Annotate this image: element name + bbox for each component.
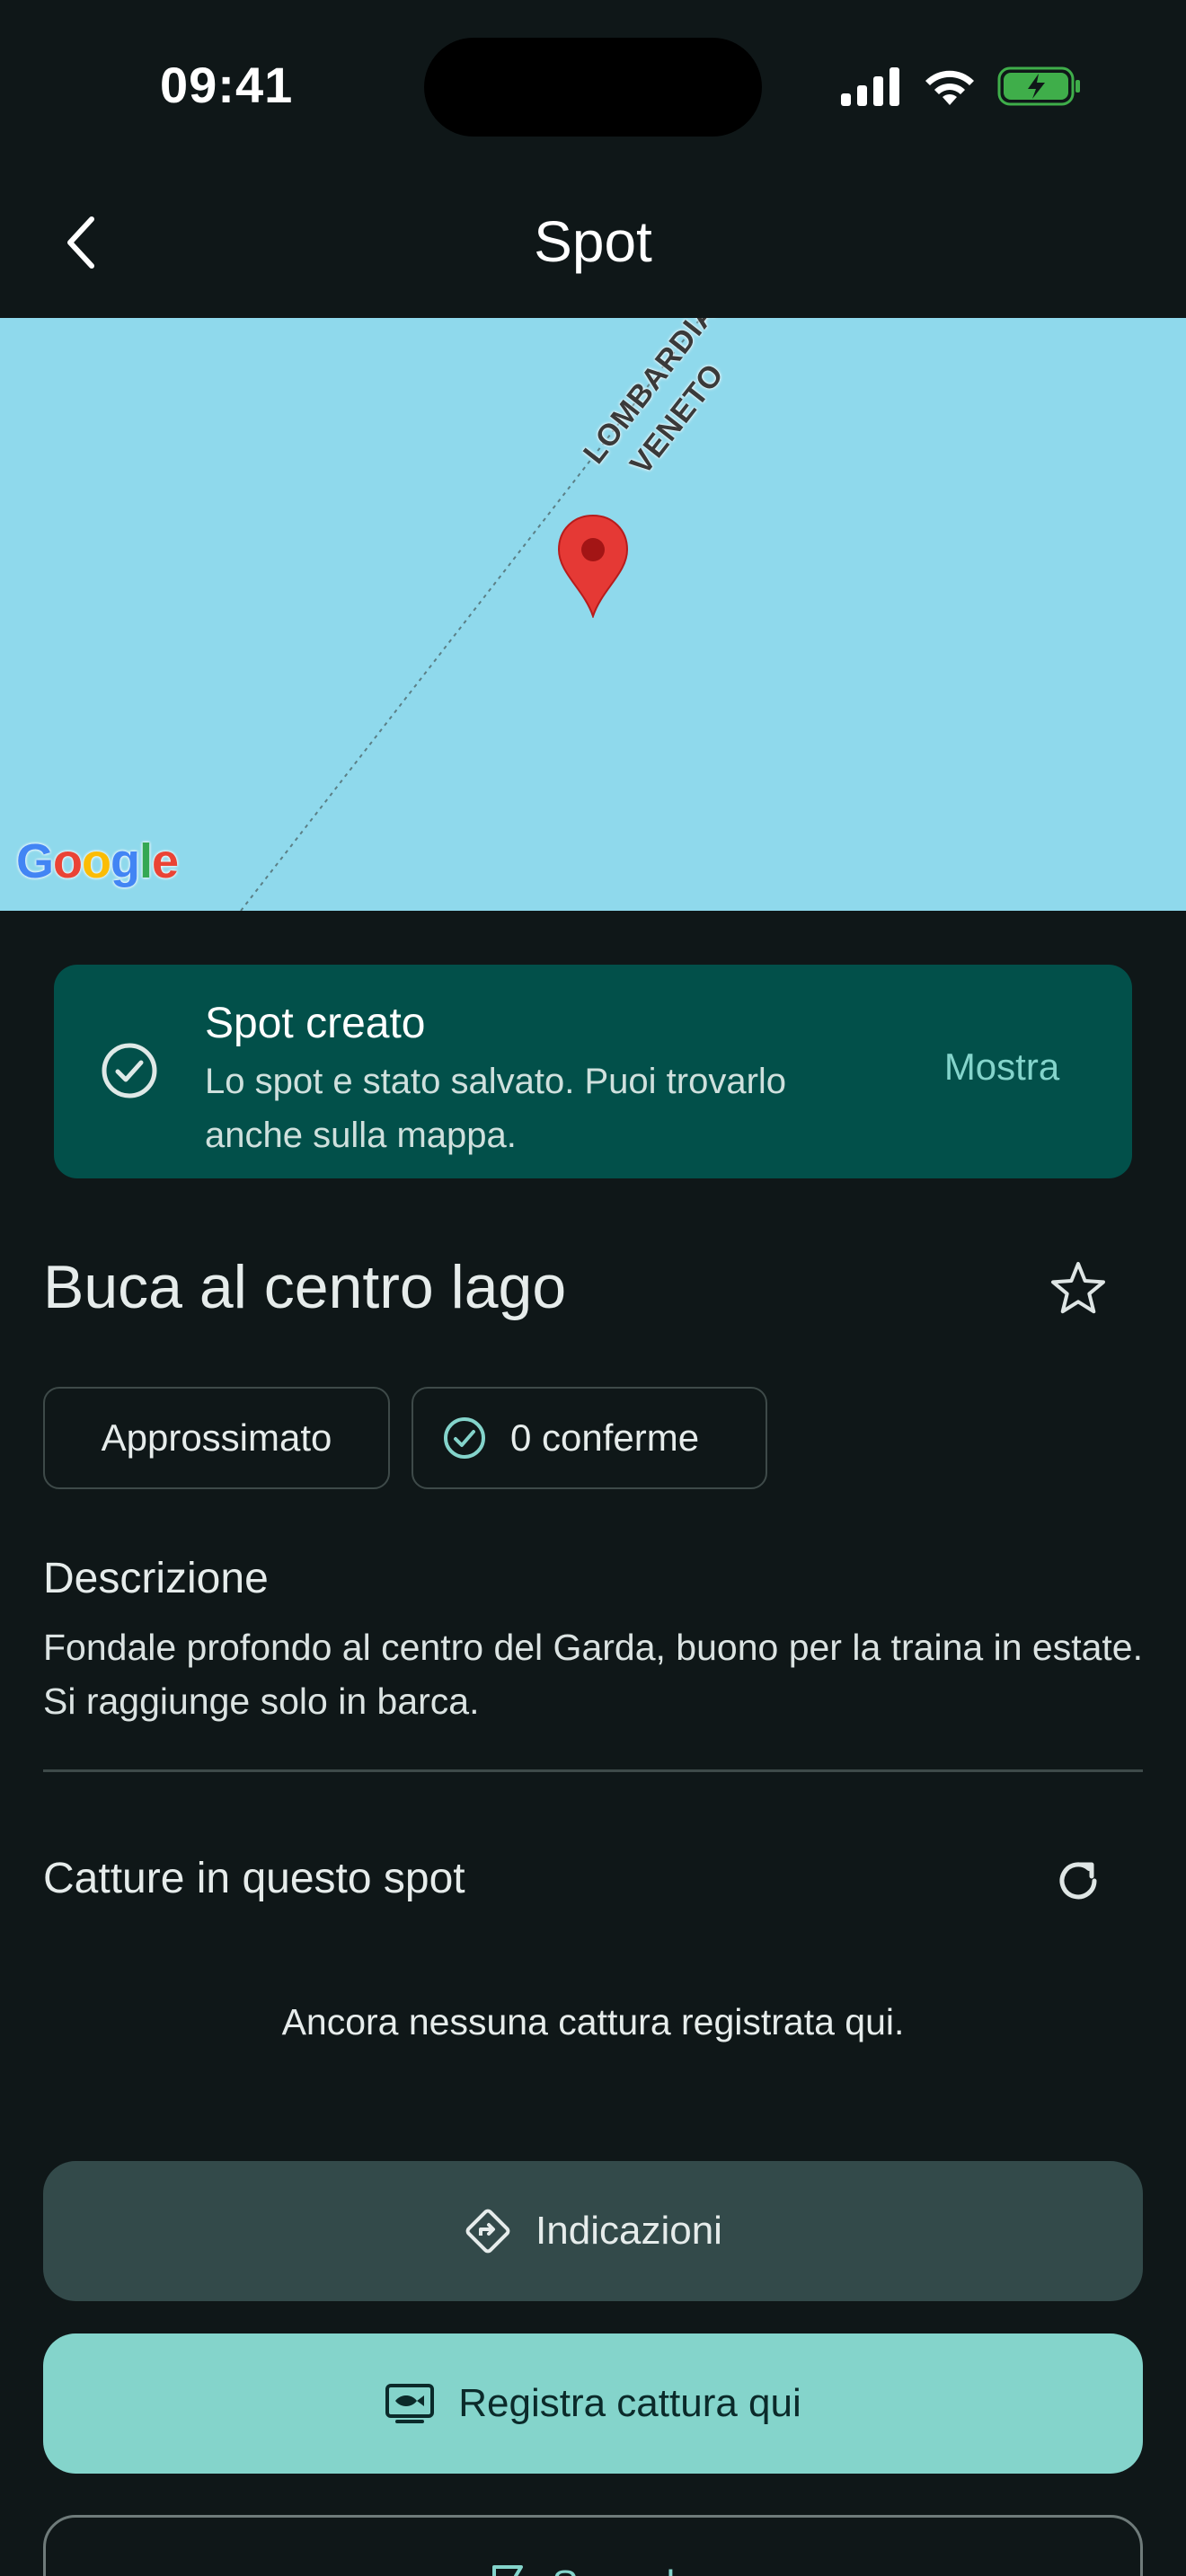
- status-icons: [839, 63, 1082, 110]
- app-header: Spot: [0, 171, 1186, 318]
- register-catch-button[interactable]: Registra cattura qui: [43, 2333, 1143, 2474]
- spot-title: Buca al centro lago: [43, 1253, 567, 1321]
- refresh-catches-button[interactable]: [1042, 1845, 1114, 1917]
- favorite-button[interactable]: [1042, 1252, 1114, 1324]
- description-heading: Descrizione: [43, 1555, 269, 1602]
- snackbar-show-button[interactable]: Mostra: [907, 1045, 1096, 1099]
- flag-icon: [492, 2565, 524, 2576]
- accuracy-chip-label: Approssimato: [101, 1416, 332, 1459]
- accuracy-chip[interactable]: Approssimato: [43, 1387, 390, 1489]
- snackbar-body: Lo spot e stato salvato. Puoi trovarlo a…: [205, 1062, 787, 1155]
- fish-card-icon: [385, 2384, 435, 2423]
- directions-icon: [465, 2209, 510, 2254]
- spot-created-snackbar: Spot creato Lo spot e stato salvato. Puo…: [54, 965, 1132, 1178]
- divider: [43, 1769, 1143, 1772]
- report-button-label: Segnala: [552, 2563, 696, 2576]
- status-bar: 09:41: [0, 0, 1186, 171]
- battery-charging-icon: [997, 66, 1080, 106]
- register-catch-button-label: Registra cattura qui: [458, 2381, 801, 2425]
- map-pin-icon[interactable]: [557, 514, 629, 618]
- dynamic-island: [424, 38, 762, 137]
- snackbar-title: Spot creato: [205, 1000, 426, 1047]
- directions-button[interactable]: Indicazioni: [43, 2161, 1143, 2301]
- google-logo: Google: [16, 834, 179, 888]
- check-circle-icon: [102, 1043, 157, 1098]
- directions-button-label: Indicazioni: [535, 2209, 722, 2253]
- check-circle-icon: [444, 1417, 485, 1459]
- catches-empty-state: Ancora nessuna cattura registrata qui.: [281, 2001, 905, 2042]
- confirmations-chip[interactable]: 0 conferme: [412, 1387, 767, 1489]
- confirmations-chip-label: 0 conferme: [510, 1416, 700, 1459]
- catches-heading: Catture in questo spot: [43, 1855, 465, 1902]
- signal-icon: [841, 67, 899, 106]
- star-icon: [1051, 1262, 1105, 1314]
- report-button[interactable]: Segnala: [43, 2515, 1143, 2576]
- page-title: Spot: [534, 209, 652, 274]
- refresh-icon: [1059, 1862, 1097, 1900]
- wifi-icon: [925, 70, 974, 105]
- map-view[interactable]: LOMBARDIA VENETO Google: [0, 318, 1186, 911]
- status-time: 09:41: [160, 57, 294, 113]
- description-text: Fondale profondo al centro del Garda, bu…: [43, 1627, 1143, 1722]
